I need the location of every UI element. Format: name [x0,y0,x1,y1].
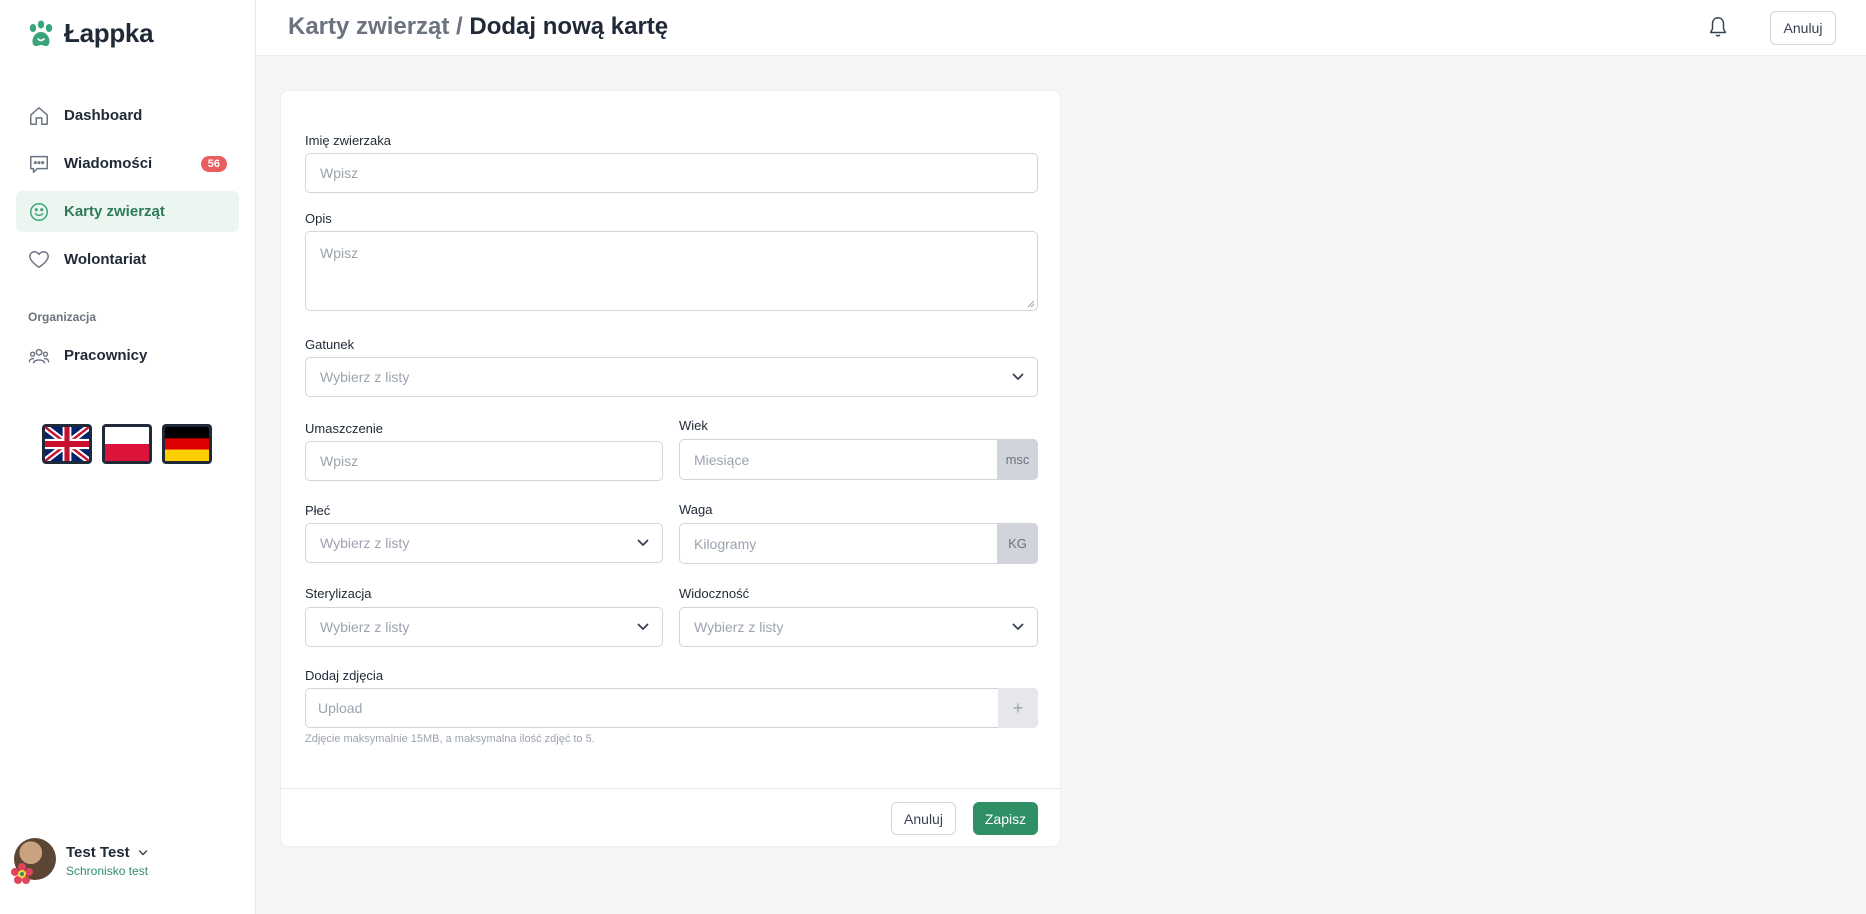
sidebar-item-volunteering[interactable]: Wolontariat [16,239,239,280]
breadcrumb-parent[interactable]: Karty zwierząt / [288,13,463,40]
footer-divider [281,788,1060,789]
add-photo-button[interactable]: + [998,688,1038,728]
language-switcher [42,424,212,464]
description-label: Opis [305,211,332,226]
photo-upload-placeholder: Upload [318,700,363,716]
sidebar-item-label: Dashboard [64,107,143,124]
chevron-down-icon [637,623,649,631]
species-select[interactable]: Wybierz z listy [305,357,1038,397]
paw-logo-icon [29,20,53,46]
flag-uk-icon[interactable] [42,424,92,464]
cancel-button[interactable]: Anuluj [891,802,956,835]
users-icon [28,345,50,367]
age-label: Wiek [679,418,708,433]
sidebar: Łappka Dashboard Wiadomości 56 Karty zwi… [0,0,256,914]
avatar [11,838,56,884]
org-nav: Pracownicy [16,335,239,383]
unread-badge: 56 [200,156,227,172]
coat-placeholder: Wpisz [320,453,359,469]
user-profile[interactable]: Test Test Schronisko test [11,838,149,884]
weight-label: Waga [679,502,713,517]
user-name: Test Test [66,844,130,861]
description-placeholder: Wpisz [320,245,359,261]
sidebar-item-employees[interactable]: Pracownicy [16,335,239,376]
pet-name-placeholder: Wpisz [320,165,359,181]
chevron-down-icon [1012,623,1024,631]
name-label: Imię zwierzaka [305,133,391,148]
sidebar-item-messages[interactable]: Wiadomości 56 [16,143,239,184]
visibility-label: Widoczność [679,586,750,601]
chevron-down-icon [1012,373,1024,381]
main-nav: Dashboard Wiadomości 56 Karty zwierząt W… [16,95,239,287]
sidebar-item-label: Wiadomości [64,155,153,172]
description-textarea[interactable]: Wpisz [305,231,1038,311]
sidebar-item-label: Wolontariat [64,251,147,268]
pet-card-form: Imię zwierzaka Wpisz Opis Wpisz Gatunek … [280,90,1061,847]
photo-upload-input[interactable]: Upload + [305,688,1038,728]
chevron-down-icon [138,849,147,855]
coat-label: Umaszczenie [305,421,384,436]
sterilization-label: Sterylizacja [305,586,372,601]
visibility-placeholder: Wybierz z listy [694,619,784,635]
age-unit: msc [997,439,1038,480]
sterilization-placeholder: Wybierz z listy [320,619,410,635]
sterilization-select[interactable]: Wybierz z listy [305,607,663,647]
sex-label: Płeć [305,503,331,518]
pet-name-input[interactable]: Wpisz [305,153,1038,193]
bell-icon[interactable] [1707,15,1729,44]
chevron-down-icon [637,539,649,547]
age-placeholder: Miesiące [694,451,750,468]
weight-input[interactable]: Kilogramy KG [679,523,1038,564]
heart-icon [28,249,50,271]
home-icon [28,105,50,127]
age-input[interactable]: Miesiące msc [679,439,1038,480]
smile-icon [28,201,50,223]
flag-de-icon[interactable] [162,424,212,464]
species-placeholder: Wybierz z listy [320,369,410,385]
user-name-row: Test Test [66,844,148,861]
app-name: Łappka [64,18,154,48]
sex-select[interactable]: Wybierz z listy [305,523,663,563]
sex-placeholder: Wybierz z listy [320,535,410,551]
species-label: Gatunek [305,337,355,352]
photo-help-text: Zdjęcie maksymalnie 15MB, a maksymalna i… [305,733,595,745]
photos-label: Dodaj zdjęcia [305,668,384,683]
sidebar-item-label: Pracownicy [64,347,148,364]
flower-badge-icon [11,863,33,884]
top-bar: Karty zwierząt / Dodaj nową kartę Anuluj [256,0,1866,56]
visibility-select[interactable]: Wybierz z listy [679,607,1038,647]
coat-input[interactable]: Wpisz [305,441,663,481]
section-label-organization: Organizacja [28,310,97,324]
user-organization: Schronisko test [66,864,149,878]
sidebar-item-pet-cards[interactable]: Karty zwierząt [16,191,239,232]
flag-pl-icon[interactable] [102,424,152,464]
save-button[interactable]: Zapisz [973,802,1038,835]
resize-handle-icon[interactable] [1027,300,1035,308]
sidebar-item-dashboard[interactable]: Dashboard [16,95,239,136]
chat-icon [28,153,50,175]
breadcrumb: Karty zwierząt / Dodaj nową kartę [288,13,668,41]
sidebar-item-label: Karty zwierząt [64,203,165,220]
logo[interactable]: Łappka [26,18,154,49]
header-cancel-button[interactable]: Anuluj [1770,11,1836,45]
page-title: Dodaj nową kartę [469,13,669,40]
weight-placeholder: Kilogramy [694,535,757,552]
weight-unit: KG [997,523,1038,564]
